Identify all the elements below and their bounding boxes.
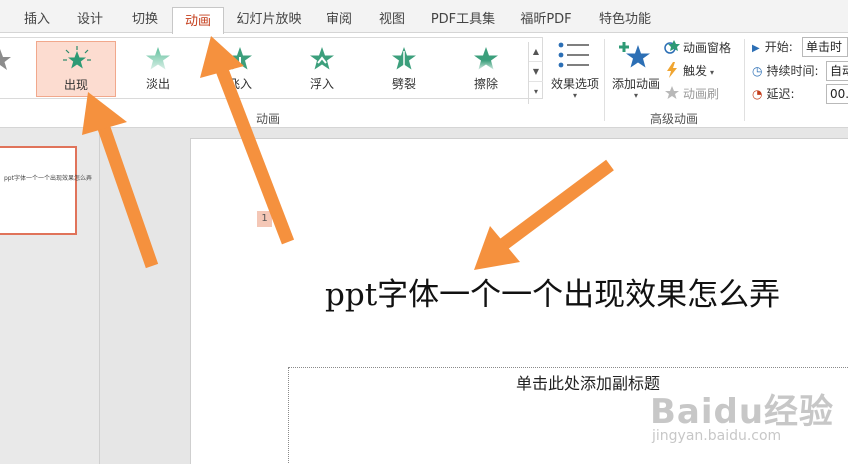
- watermark-url: jingyan.baidu.com: [652, 428, 782, 444]
- partial-star-icon: [0, 49, 11, 70]
- effect-options-button[interactable]: 效果选项 ▾: [547, 39, 603, 105]
- animation-group-label: 动画: [256, 112, 281, 126]
- lightning-icon: [664, 62, 680, 78]
- trigger-button[interactable]: 触发 ▾: [664, 61, 714, 81]
- animation-painter-label: 动画刷: [683, 87, 720, 101]
- timing-delay-row: ◔延迟: 00.0: [752, 83, 848, 105]
- anim-float-in-label: 浮入: [309, 77, 334, 91]
- add-animation-button[interactable]: 添加动画 ▾: [608, 39, 664, 105]
- star-fly-icon: [228, 47, 252, 71]
- animation-pane-button[interactable]: 动画窗格: [664, 38, 731, 58]
- delay-clock-icon: ◔: [752, 87, 763, 101]
- start-select[interactable]: 单击时: [802, 37, 848, 57]
- baidu-watermark: Baidu经验 jingyan.baidu.com: [650, 378, 840, 458]
- start-label: 开始:: [764, 40, 793, 54]
- anim-fly-in-button[interactable]: 飞入: [200, 41, 280, 97]
- thumbnail-title: ppt字体一个一个出现效果怎么弄: [4, 175, 92, 182]
- group-divider: [604, 39, 605, 121]
- tab-transitions[interactable]: 切换: [120, 6, 170, 33]
- slide-thumbnail-panel: ppt字体一个一个出现效果怎么弄: [0, 128, 100, 464]
- anim-wipe-label: 擦除: [473, 77, 498, 91]
- gallery-scroll-up-icon[interactable]: ▲: [529, 42, 543, 62]
- animation-pane-label: 动画窗格: [683, 41, 732, 55]
- animation-gallery: 出现 淡出 飞入 浮入 劈裂 擦除 ▲ ▼ ▾: [0, 37, 543, 104]
- ribbon: 出现 淡出 飞入 浮入 劈裂 擦除 ▲ ▼ ▾ 动画 效果选项 ▾ 添加动画 ▾…: [0, 33, 848, 128]
- anim-wipe-button[interactable]: 擦除: [446, 41, 526, 97]
- add-animation-icon: [619, 42, 650, 68]
- watermark-logo: Baidu经验: [650, 392, 835, 432]
- add-animation-label: 添加动画: [611, 77, 660, 91]
- anim-fade-label: 淡出: [145, 77, 170, 91]
- anim-fade-button[interactable]: 淡出: [118, 41, 198, 97]
- tab-slideshow[interactable]: 幻灯片放映: [228, 6, 310, 33]
- tab-animations[interactable]: 动画: [172, 7, 224, 34]
- chevron-down-icon: ▾: [710, 68, 715, 77]
- play-icon: ▶: [752, 43, 760, 54]
- anim-appear-label: 出现: [63, 78, 88, 92]
- tab-foxit-pdf[interactable]: 福昕PDF: [508, 6, 584, 33]
- tab-review[interactable]: 审阅: [315, 6, 363, 33]
- animation-order-tag[interactable]: 1: [257, 211, 272, 227]
- anim-split-button[interactable]: 劈裂: [364, 41, 444, 97]
- animation-painter-button[interactable]: 动画刷: [664, 84, 719, 104]
- anim-split-label: 劈裂: [391, 77, 416, 91]
- animation-painter-icon: [664, 85, 680, 101]
- ribbon-tab-bar: 插入 设计 切换 动画 幻灯片放映 审阅 视图 PDF工具集 福昕PDF 特色功…: [0, 6, 848, 34]
- clock-icon: ◷: [752, 64, 763, 78]
- delay-label: 延迟:: [766, 87, 795, 101]
- tab-design[interactable]: 设计: [64, 6, 116, 33]
- slide-title[interactable]: ppt字体一个一个出现效果怎么弄: [325, 269, 780, 314]
- star-wipe-icon: [474, 47, 498, 70]
- advanced-animation-group-label: 高级动画: [650, 112, 699, 126]
- slide-thumbnail-1[interactable]: ppt字体一个一个出现效果怎么弄: [0, 146, 92, 235]
- duration-input[interactable]: 自动: [826, 61, 848, 81]
- effect-options-icon: [558, 42, 589, 68]
- gallery-scroll-down-icon[interactable]: ▼: [529, 62, 543, 82]
- anim-appear-button[interactable]: 出现: [36, 41, 116, 97]
- delay-input[interactable]: 00.0: [826, 84, 848, 104]
- duration-label: 持续时间:: [766, 64, 819, 78]
- chevron-down-icon: ▾: [572, 91, 577, 100]
- chevron-down-icon: ▾: [633, 91, 638, 100]
- effect-options-label: 效果选项: [550, 77, 599, 91]
- star-split-icon: [392, 47, 416, 70]
- group-divider: [744, 39, 745, 121]
- anim-float-in-button[interactable]: 浮入: [282, 41, 362, 97]
- anim-fly-in-label: 飞入: [227, 77, 252, 91]
- timing-start-row: ▶ 开始: 单击时: [752, 36, 848, 58]
- gallery-more-icon[interactable]: ▾: [529, 82, 543, 102]
- gallery-scroll: ▲ ▼ ▾: [528, 42, 543, 104]
- tab-insert[interactable]: 插入: [14, 6, 60, 33]
- animation-pane-icon: [664, 39, 680, 55]
- tab-view[interactable]: 视图: [367, 6, 417, 33]
- star-fade-icon: [146, 47, 170, 70]
- powerpoint-window: 插入 设计 切换 动画 幻灯片放映 审阅 视图 PDF工具集 福昕PDF 特色功…: [0, 0, 848, 464]
- star-float-icon: [310, 47, 334, 70]
- trigger-label: 触发: [683, 64, 708, 78]
- star-burst-icon: [63, 46, 91, 69]
- tab-pdf-tools[interactable]: PDF工具集: [423, 6, 503, 33]
- timing-duration-row: ◷持续时间: 自动: [752, 60, 848, 82]
- tab-special-features[interactable]: 特色功能: [590, 6, 660, 33]
